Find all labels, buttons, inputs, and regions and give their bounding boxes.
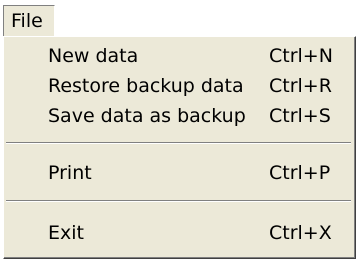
menu-item-restore-backup-data[interactable]: Restore backup data Ctrl+R xyxy=(4,71,354,101)
menu-item-shortcut: Ctrl+X xyxy=(269,222,332,244)
file-menu-title-label: File xyxy=(11,10,43,32)
menu-item-exit[interactable]: Exit Ctrl+X xyxy=(4,218,354,248)
menu-item-new-data[interactable]: New data Ctrl+N xyxy=(4,41,354,71)
menu-item-shortcut: Ctrl+P xyxy=(269,162,331,184)
menu-separator xyxy=(6,200,351,202)
menu-item-print[interactable]: Print Ctrl+P xyxy=(4,158,354,188)
menu-item-label: Restore backup data xyxy=(48,75,244,97)
file-menu-title[interactable]: File xyxy=(3,5,55,36)
menu-item-label: Print xyxy=(48,162,92,184)
menu-item-shortcut: Ctrl+N xyxy=(269,45,333,67)
screenshot-stage: File New data Ctrl+N Restore backup data… xyxy=(0,0,359,261)
menu-item-shortcut: Ctrl+S xyxy=(269,105,331,127)
menu-item-save-data-as-backup[interactable]: Save data as backup Ctrl+S xyxy=(4,101,354,131)
menu-item-label: Exit xyxy=(48,222,84,244)
menu-item-label: Save data as backup xyxy=(48,105,246,127)
file-menu-dropdown: New data Ctrl+N Restore backup data Ctrl… xyxy=(3,36,356,259)
menu-item-shortcut: Ctrl+R xyxy=(269,75,332,97)
menu-separator xyxy=(6,142,351,144)
menu-item-label: New data xyxy=(48,45,139,67)
